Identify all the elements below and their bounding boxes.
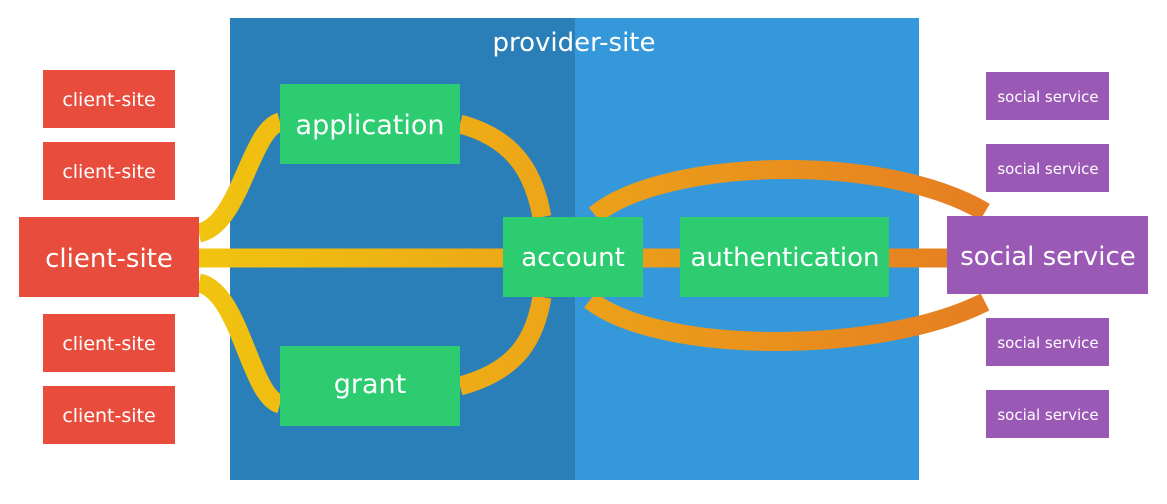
client-site-label: client-site bbox=[62, 161, 155, 183]
application-label: application bbox=[296, 110, 445, 141]
grant-label: grant bbox=[334, 369, 406, 400]
account-label: account bbox=[521, 243, 625, 273]
client-site-main-label: client-site bbox=[45, 244, 173, 274]
authentication-label: authentication bbox=[690, 243, 879, 273]
client-sites: client-site client-site client-site clie… bbox=[19, 70, 199, 444]
provider-site-title: provider-site bbox=[492, 28, 655, 58]
social-service-label: social service bbox=[997, 334, 1098, 352]
client-site-label: client-site bbox=[62, 333, 155, 355]
diagram: provider-site client-site client-site cl… bbox=[19, 18, 1148, 480]
social-services: social service social service social ser… bbox=[947, 72, 1148, 438]
client-site-label: client-site bbox=[62, 89, 155, 111]
client-site-label: client-site bbox=[62, 405, 155, 427]
social-service-main-label: social service bbox=[960, 242, 1136, 272]
social-service-label: social service bbox=[997, 88, 1098, 106]
social-service-label: social service bbox=[997, 160, 1098, 178]
social-service-label: social service bbox=[997, 406, 1098, 424]
